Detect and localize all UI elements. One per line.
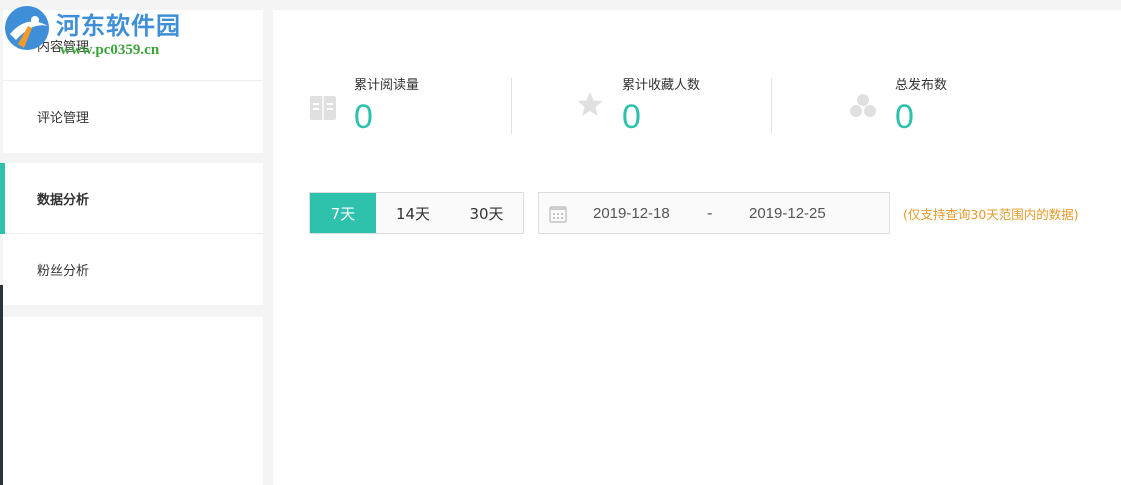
star-icon xyxy=(577,92,603,116)
stat-label: 累计阅读量 xyxy=(354,78,420,93)
tab-30-days[interactable]: 30天 xyxy=(450,193,523,233)
stat-value: 0 xyxy=(895,98,914,136)
watermark: 河东软件园 www.pc0359.cn xyxy=(0,0,200,66)
menu-group-analysis: 数据分析 粉丝分析 xyxy=(0,163,263,305)
sidebar: 内容管理 评论管理 数据分析 粉丝分析 xyxy=(0,10,263,485)
stat-divider xyxy=(771,78,772,134)
stat-total-favorites: 累计收藏人数 0 xyxy=(576,72,776,142)
stat-total-reads: 累计阅读量 0 xyxy=(309,72,509,142)
sidebar-item-label: 粉丝分析 xyxy=(37,264,90,279)
date-range-picker[interactable]: 2019-12-18 - 2019-12-25 xyxy=(538,192,890,234)
watermark-title: 河东软件园 xyxy=(56,11,181,40)
sidebar-item-label: 数据分析 xyxy=(37,192,90,208)
menu-group-empty xyxy=(3,317,263,485)
watermark-logo-icon xyxy=(5,6,49,50)
calendar-icon xyxy=(549,206,567,223)
stat-value: 0 xyxy=(622,98,641,136)
tab-14-days[interactable]: 14天 xyxy=(376,193,450,233)
sidebar-item-fans-analysis[interactable]: 粉丝分析 xyxy=(3,234,263,305)
book-icon xyxy=(310,96,336,120)
sidebar-item-comment-management[interactable]: 评论管理 xyxy=(3,81,263,152)
cluster-icon xyxy=(850,94,876,117)
stat-total-published: 总发布数 0 xyxy=(849,72,1049,142)
date-start-input[interactable]: 2019-12-18 xyxy=(593,205,670,222)
stat-label: 总发布数 xyxy=(895,78,948,93)
stat-value: 0 xyxy=(354,98,373,136)
range-tabs: 7天 14天 30天 xyxy=(309,192,524,234)
tab-7-days[interactable]: 7天 xyxy=(310,193,376,233)
date-end-input[interactable]: 2019-12-25 xyxy=(749,205,826,222)
range-limit-note: (仅支持查询30天范围内的数据) xyxy=(903,207,1079,222)
main-panel: 累计阅读量 0 累计收藏人数 0 总发布数 0 7天 14天 30天 2019-… xyxy=(273,10,1121,485)
sidebar-item-data-analysis[interactable]: 数据分析 xyxy=(0,163,263,234)
stat-divider xyxy=(511,78,512,134)
stat-label: 累计收藏人数 xyxy=(622,78,701,93)
date-separator: - xyxy=(707,204,713,222)
watermark-url: www.pc0359.cn xyxy=(60,42,160,58)
sidebar-item-label: 评论管理 xyxy=(37,111,90,126)
